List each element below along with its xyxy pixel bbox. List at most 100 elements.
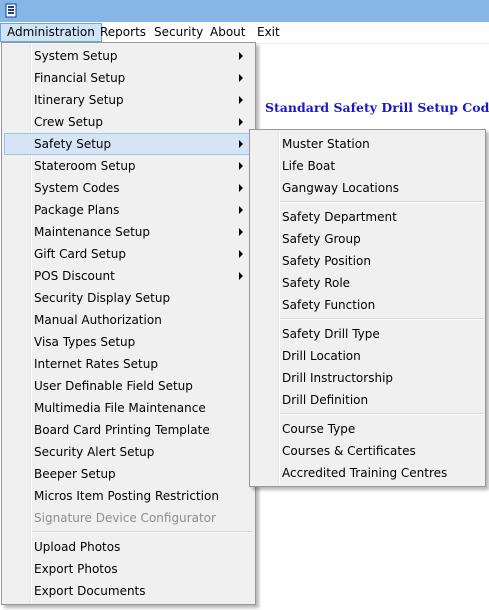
- menu-item-label: POS Discount: [34, 269, 115, 283]
- menu-item-drill-instructorship[interactable]: Drill Instructorship: [252, 367, 483, 389]
- menu-item-gangway-locations[interactable]: Gangway Locations: [252, 177, 483, 199]
- menu-item-label: Safety Setup: [34, 137, 112, 151]
- menu-item-internet-rates-setup[interactable]: Internet Rates Setup: [4, 353, 253, 375]
- menu-item-label: Visa Types Setup: [34, 335, 136, 349]
- menu-item-label: Security Display Setup: [34, 291, 171, 305]
- menu-about[interactable]: About: [204, 23, 251, 42]
- menu-item-user-definable-field-setup[interactable]: User Definable Field Setup: [4, 375, 253, 397]
- menu-item-label: Maintenance Setup: [34, 225, 151, 239]
- menu-item-courses-and-certificates[interactable]: Courses & Certificates: [252, 440, 483, 462]
- menu-item-label: System Setup: [34, 49, 118, 63]
- menu-item-gift-card-setup[interactable]: Gift Card Setup: [4, 243, 253, 265]
- submenu-arrow-icon: [239, 96, 243, 104]
- menu-separator: [280, 318, 483, 320]
- title-bar: [0, 0, 489, 22]
- submenu-arrow-icon: [239, 206, 243, 214]
- menu-item-security-display-setup[interactable]: Security Display Setup: [4, 287, 253, 309]
- menu-separator: [280, 413, 483, 415]
- menu-item-board-card-printing-template[interactable]: Board Card Printing Template: [4, 419, 253, 441]
- submenu-arrow-icon: [239, 162, 243, 170]
- menu-item-label: Export Documents: [34, 584, 146, 598]
- menu-item-label: Package Plans: [34, 203, 120, 217]
- submenu-arrow-icon: [239, 250, 243, 258]
- app-icon: [5, 3, 17, 18]
- menu-item-system-codes[interactable]: System Codes: [4, 177, 253, 199]
- menu-item-label: Itinerary Setup: [34, 93, 124, 107]
- menu-exit[interactable]: Exit: [251, 23, 286, 42]
- menu-item-safety-setup[interactable]: Safety Setup: [4, 133, 253, 155]
- menu-item-system-setup[interactable]: System Setup: [4, 45, 253, 67]
- submenu-arrow-icon: [239, 272, 243, 280]
- menu-item-label: Course Type: [282, 422, 356, 436]
- menu-item-package-plans[interactable]: Package Plans: [4, 199, 253, 221]
- menu-item-label: Safety Drill Type: [282, 327, 380, 341]
- menu-item-label: Multimedia File Maintenance: [34, 401, 206, 415]
- menu-item-label: Life Boat: [282, 159, 336, 173]
- menu-item-upload-photos[interactable]: Upload Photos: [4, 536, 253, 558]
- menu-item-security-alert-setup[interactable]: Security Alert Setup: [4, 441, 253, 463]
- submenu-arrow-icon: [239, 52, 243, 60]
- menu-item-export-photos[interactable]: Export Photos: [4, 558, 253, 580]
- menu-item-signature-device-configurator: Signature Device Configurator: [4, 507, 253, 529]
- menu-item-drill-location[interactable]: Drill Location: [252, 345, 483, 367]
- menu-item-label: Gangway Locations: [282, 181, 399, 195]
- menu-item-label: Safety Position: [282, 254, 371, 268]
- menu-item-label: Drill Location: [282, 349, 361, 363]
- menu-item-label: Crew Setup: [34, 115, 103, 129]
- menu-item-financial-setup[interactable]: Financial Setup: [4, 67, 253, 89]
- submenu-arrow-icon: [239, 118, 243, 126]
- menu-item-label: Security Alert Setup: [34, 445, 155, 459]
- menu-item-label: Drill Definition: [282, 393, 369, 407]
- menu-item-label: Drill Instructorship: [282, 371, 394, 385]
- menu-item-label: Micros Item Posting Restriction: [34, 489, 219, 503]
- menu-item-label: Safety Role: [282, 276, 351, 290]
- menu-item-life-boat[interactable]: Life Boat: [252, 155, 483, 177]
- menu-item-maintenance-setup[interactable]: Maintenance Setup: [4, 221, 253, 243]
- menu-separator: [32, 531, 253, 533]
- menu-security[interactable]: Security: [148, 23, 209, 42]
- menu-item-label: Signature Device Configurator: [34, 511, 216, 525]
- menu-item-safety-position[interactable]: Safety Position: [252, 250, 483, 272]
- menu-item-course-type[interactable]: Course Type: [252, 418, 483, 440]
- menu-item-label: User Definable Field Setup: [34, 379, 193, 393]
- menu-item-safety-department[interactable]: Safety Department: [252, 206, 483, 228]
- menu-separator: [280, 201, 483, 203]
- administration-menu: System Setup Financial Setup Itinerary Set…: [1, 42, 256, 605]
- menu-item-safety-role[interactable]: Safety Role: [252, 272, 483, 294]
- menu-item-label: Export Photos: [34, 562, 118, 576]
- menu-item-safety-drill-type[interactable]: Safety Drill Type: [252, 323, 483, 345]
- menu-item-beeper-setup[interactable]: Beeper Setup: [4, 463, 253, 485]
- menu-item-label: Upload Photos: [34, 540, 121, 554]
- menu-item-crew-setup[interactable]: Crew Setup: [4, 111, 253, 133]
- menu-item-safety-function[interactable]: Safety Function: [252, 294, 483, 316]
- safety-setup-submenu: Muster Station Life Boat Gangway Locations…: [249, 129, 486, 487]
- submenu-arrow-icon: [239, 184, 243, 192]
- menu-item-label: System Codes: [34, 181, 120, 195]
- menu-item-itinerary-setup[interactable]: Itinerary Setup: [4, 89, 253, 111]
- menu-item-label: Safety Group: [282, 232, 361, 246]
- menu-item-drill-definition[interactable]: Drill Definition: [252, 389, 483, 411]
- menu-item-label: Accredited Training Centres: [282, 466, 448, 480]
- menu-item-stateroom-setup[interactable]: Stateroom Setup: [4, 155, 253, 177]
- menu-reports[interactable]: Reports: [94, 23, 152, 42]
- menu-item-label: Gift Card Setup: [34, 247, 126, 261]
- menu-item-export-documents[interactable]: Export Documents: [4, 580, 253, 602]
- menu-item-visa-types-setup[interactable]: Visa Types Setup: [4, 331, 253, 353]
- menu-item-muster-station[interactable]: Muster Station: [252, 133, 483, 155]
- page-heading: Standard Safety Drill Setup Codes: [265, 100, 489, 115]
- menu-item-manual-authorization[interactable]: Manual Authorization: [4, 309, 253, 331]
- submenu-arrow-icon: [239, 74, 243, 82]
- menu-item-label: Financial Setup: [34, 71, 126, 85]
- menu-item-accredited-training-centres[interactable]: Accredited Training Centres: [252, 462, 483, 484]
- menu-item-safety-group[interactable]: Safety Group: [252, 228, 483, 250]
- menu-administration[interactable]: Administration: [0, 23, 102, 42]
- submenu-arrow-icon: [239, 228, 243, 236]
- menu-item-multimedia-file-maintenance[interactable]: Multimedia File Maintenance: [4, 397, 253, 419]
- menu-bar: Administration Reports Security About Ex…: [0, 22, 489, 44]
- menu-item-label: Safety Function: [282, 298, 376, 312]
- menu-item-micros-item-posting-restriction[interactable]: Micros Item Posting Restriction: [4, 485, 253, 507]
- menu-item-label: Safety Department: [282, 210, 397, 224]
- menu-item-label: Beeper Setup: [34, 467, 116, 481]
- submenu-arrow-icon: [239, 140, 243, 148]
- menu-item-pos-discount[interactable]: POS Discount: [4, 265, 253, 287]
